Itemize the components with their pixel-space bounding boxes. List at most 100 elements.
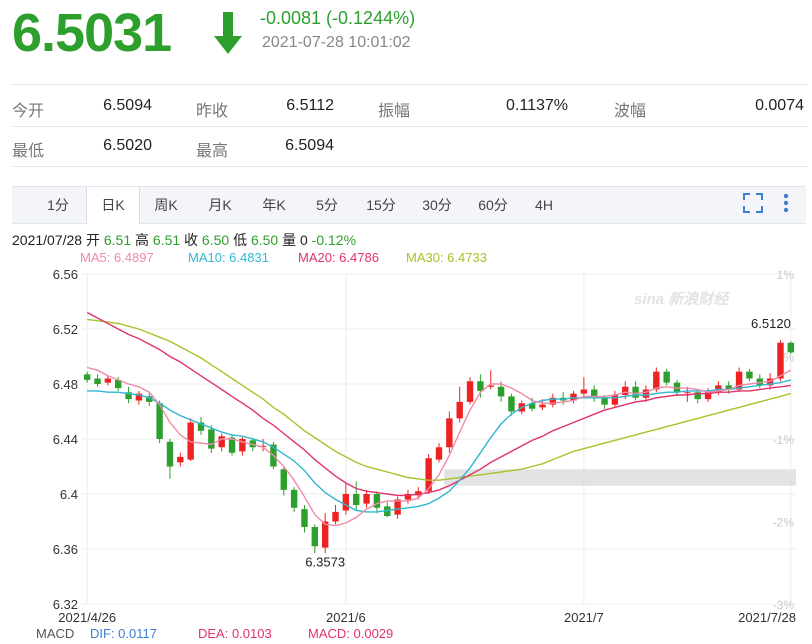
candle [611, 390, 619, 408]
candle [228, 434, 236, 456]
candle [477, 374, 484, 398]
open-value: 6.5094 [103, 97, 152, 114]
ohlc-high-label: 高 [135, 232, 149, 248]
y-tick-label: 6.4 [60, 487, 78, 502]
annotations: 6.5120 6.3573 [305, 316, 791, 570]
y-tick-label: 6.36 [53, 542, 78, 557]
high-value: 6.5094 [285, 137, 334, 154]
tab-15min[interactable]: 15分 [356, 187, 406, 223]
candle [177, 452, 184, 467]
price-change: -0.0081 (-0.1244%) [260, 8, 416, 28]
candle-body [394, 499, 401, 515]
divider [12, 126, 808, 127]
candle [156, 400, 163, 444]
candle-body [435, 447, 443, 460]
annotation-label: 6.3573 [305, 555, 345, 570]
candle-body [653, 371, 660, 390]
low-label: 最低 [12, 143, 45, 160]
candle [373, 491, 381, 514]
candle [456, 386, 463, 423]
candle-body [477, 381, 484, 391]
tab-weekly-k[interactable]: 周K [142, 187, 190, 223]
candle-body [218, 436, 225, 448]
candle-body [280, 469, 287, 490]
macd-dif: DIF: 0.0117 [90, 626, 157, 641]
candlestick-chart: sina 新浪财经 6.566.526.486.446.46.366.32 1%… [53, 268, 796, 625]
candle-body [466, 381, 474, 402]
candle-body [177, 456, 184, 463]
candle [394, 496, 401, 519]
watermark: sina 新浪财经 [634, 290, 730, 308]
y-tick-label: 6.48 [53, 377, 78, 392]
candle-body [684, 392, 691, 394]
candle [446, 411, 453, 453]
y-axis: 6.566.526.486.446.46.366.32 [53, 268, 78, 612]
low-value: 6.5020 [103, 137, 152, 154]
candle-body [580, 389, 588, 394]
ohlc-summary: 2021/07/28 开 6.51 高 6.51 收 6.50 低 6.50 量… [12, 230, 356, 250]
candle-body [539, 404, 546, 408]
tab-monthly-k[interactable]: 月K [196, 187, 244, 223]
candle-body [166, 441, 174, 467]
tab-5min[interactable]: 5分 [304, 187, 350, 223]
ma5-legend: MA5: 6.4897 [80, 250, 154, 265]
candle-body [497, 386, 505, 397]
candles [83, 340, 795, 554]
candle-body [632, 386, 639, 398]
x-tick-label: 2021/7/28 [738, 610, 796, 625]
down-arrow-icon [214, 12, 242, 54]
candle-body [363, 494, 370, 504]
tab-60min[interactable]: 60分 [468, 187, 518, 223]
ohlc-open-label: 开 [85, 232, 100, 248]
candle [94, 374, 101, 387]
candle-body [342, 494, 350, 511]
ohlc-open: 6.51 [103, 232, 132, 248]
tab-30min[interactable]: 30分 [412, 187, 462, 223]
ohlc-high: 6.51 [152, 232, 181, 248]
tab-1min[interactable]: 1分 [34, 187, 82, 223]
candle [301, 505, 308, 533]
candle-body [208, 429, 215, 449]
candle-body [777, 342, 784, 379]
candle-body [373, 494, 381, 508]
candle [549, 393, 557, 408]
candle [580, 377, 588, 398]
macd-value: MACD: 0.0029 [308, 626, 394, 641]
ohlc-pct: -0.12% [311, 232, 357, 248]
pct-tick-label: -2% [773, 516, 795, 530]
candle-body [332, 511, 339, 522]
candle [435, 443, 443, 463]
more-options-icon[interactable] [780, 192, 792, 214]
volatility-label: 波幅 [614, 103, 647, 120]
ma30-legend: MA30: 6.4733 [406, 250, 487, 265]
ohlc-volume: 0 [299, 232, 308, 248]
candle-body [446, 418, 453, 448]
candle-body [601, 397, 608, 405]
tab-daily-k[interactable]: 日K [86, 187, 140, 224]
y-tick-label: 6.44 [53, 432, 78, 447]
pct-tick-label: 1% [777, 268, 795, 282]
high-label: 最高 [196, 143, 229, 160]
macd-label: MACD [36, 626, 75, 641]
prev-close-value: 6.5112 [286, 97, 334, 114]
watermark-text: sina 新浪财经 [634, 290, 730, 308]
candle [787, 341, 795, 354]
candle-body [456, 401, 463, 419]
tab-yearly-k[interactable]: 年K [250, 187, 298, 223]
prev-close-label: 昨收 [196, 103, 229, 120]
tab-4h[interactable]: 4H [524, 187, 564, 223]
ohlc-low: 6.50 [250, 232, 279, 248]
highlight-band [444, 469, 796, 486]
divider [12, 84, 808, 85]
candle [591, 385, 598, 402]
candle-body [321, 521, 329, 548]
x-tick-label: 2021/7 [564, 610, 604, 625]
fullscreen-icon[interactable] [742, 192, 764, 214]
candle-body [622, 386, 629, 395]
candle [218, 433, 225, 452]
candle-body [290, 489, 298, 508]
candle [290, 487, 298, 512]
amplitude-value: 0.1137% [506, 97, 568, 114]
y-tick-label: 6.56 [53, 268, 78, 282]
ohlc-low-label: 低 [233, 232, 248, 248]
